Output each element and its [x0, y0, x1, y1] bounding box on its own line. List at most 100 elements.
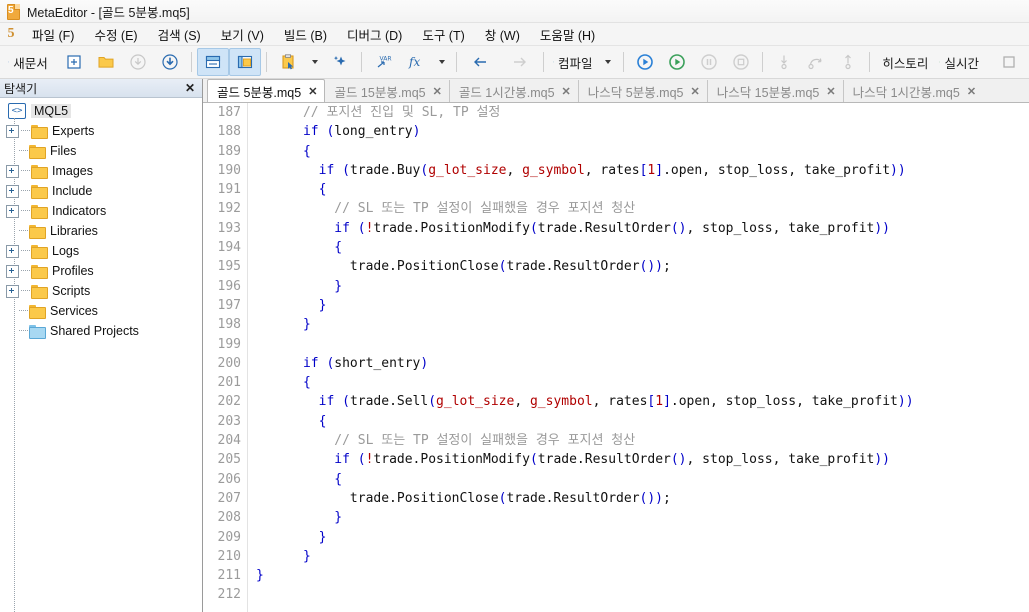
menu-logo: 5	[7, 26, 15, 41]
expand-icon[interactable]	[6, 184, 19, 198]
compile-dropdown[interactable]	[596, 48, 618, 76]
code-line[interactable]: trade.PositionClose(trade.ResultOrder())…	[256, 489, 1029, 508]
tree-item-scripts[interactable]: Scripts	[0, 281, 202, 301]
forward-button[interactable]	[500, 48, 538, 76]
functions-dropdown[interactable]	[431, 48, 451, 76]
tab-close-icon[interactable]: ✕	[562, 85, 571, 98]
code-line[interactable]: if (trade.Buy(g_lot_size, g_symbol, rate…	[256, 161, 1029, 180]
code-line[interactable]: {	[256, 142, 1029, 161]
expand-icon[interactable]	[6, 124, 19, 138]
tree-item-libraries[interactable]: Libraries	[0, 221, 202, 241]
play-button[interactable]	[661, 48, 693, 76]
menu-item-search[interactable]: 검색 (S)	[148, 23, 211, 46]
menu-item-edit[interactable]: 수정 (E)	[84, 23, 147, 46]
new-document-button[interactable]: 새문서	[4, 48, 52, 76]
code-line[interactable]: }	[256, 508, 1029, 527]
code-line[interactable]: }	[256, 277, 1029, 296]
menu-item-help[interactable]: 도움말 (H)	[530, 23, 605, 46]
step-over-button[interactable]	[800, 48, 832, 76]
tab-close-icon[interactable]: ✕	[826, 85, 835, 98]
back-button[interactable]	[462, 48, 500, 76]
expand-icon[interactable]	[6, 264, 19, 278]
code-line[interactable]	[256, 585, 1029, 604]
step-into-button[interactable]	[768, 48, 800, 76]
save-all-button[interactable]	[154, 48, 186, 76]
tab-close-icon[interactable]: ✕	[967, 85, 976, 98]
code-line[interactable]: }	[256, 566, 1029, 585]
debug-play-button[interactable]	[629, 48, 661, 76]
code-line[interactable]: {	[256, 180, 1029, 199]
title-bar: 5 MetaEditor - [골드 5분봉.mq5]	[0, 0, 1029, 23]
menu-item-build[interactable]: 빌드 (B)	[274, 23, 337, 46]
tree-root-mql5[interactable]: <> MQL5	[0, 101, 202, 121]
save-button[interactable]	[122, 48, 154, 76]
panel-toggle-button[interactable]	[993, 48, 1025, 76]
realtime-button[interactable]: 실시간	[935, 48, 983, 76]
tree-item-services[interactable]: Services	[0, 301, 202, 321]
tab-close-icon[interactable]: ✕	[308, 85, 317, 98]
tab-close-icon[interactable]: ✕	[690, 85, 699, 98]
menu-item-tools[interactable]: 도구 (T)	[412, 23, 474, 46]
step-out-button[interactable]	[832, 48, 864, 76]
tab-nasdaq-5m[interactable]: 나스닥 5분봉.mq5 ✕	[579, 80, 708, 102]
menu-item-debug[interactable]: 디버그 (D)	[337, 23, 412, 46]
tab-nasdaq-1h[interactable]: 나스닥 1시간봉.mq5 ✕	[844, 80, 983, 102]
window-title: MetaEditor - [골드 5분봉.mq5]	[27, 5, 190, 20]
code-line[interactable]: if (!trade.PositionModify(trade.ResultOr…	[256, 219, 1029, 238]
close-icon[interactable]: ✕	[182, 82, 198, 94]
tree-item-profiles[interactable]: Profiles	[0, 261, 202, 281]
pause-button[interactable]	[693, 48, 725, 76]
tree-item-indicators[interactable]: Indicators	[0, 201, 202, 221]
toggle-navigator-button[interactable]	[228, 48, 261, 76]
stop-button[interactable]	[725, 48, 757, 76]
menu-item-view[interactable]: 보기 (V)	[211, 23, 274, 46]
clipboard-button[interactable]	[272, 48, 304, 76]
menu-item-file[interactable]: 파일 (F)	[22, 23, 84, 46]
code-line[interactable]: }	[256, 296, 1029, 315]
compile-button[interactable]: 컴파일	[549, 48, 597, 76]
tree-item-experts[interactable]: Experts	[0, 121, 202, 141]
code-line[interactable]: {	[256, 238, 1029, 257]
code-line[interactable]: }	[256, 547, 1029, 566]
code-line[interactable]: // 포지션 진입 및 SL, TP 설정	[256, 103, 1029, 122]
tree-item-images[interactable]: Images	[0, 161, 202, 181]
code-line[interactable]: if (trade.Sell(g_lot_size, g_symbol, rat…	[256, 392, 1029, 411]
tab-close-icon[interactable]: ✕	[433, 85, 442, 98]
code-line[interactable]: {	[256, 470, 1029, 489]
history-button[interactable]: 히스토리	[875, 48, 931, 76]
code-content[interactable]: // 포지션 진입 및 SL, TP 설정 if (long_entry) { …	[248, 103, 1029, 612]
code-line[interactable]: {	[256, 412, 1029, 431]
functions-button[interactable]: fx	[399, 48, 431, 76]
code-line[interactable]: if (!trade.PositionModify(trade.ResultOr…	[256, 450, 1029, 469]
code-line[interactable]	[256, 335, 1029, 354]
new-file-button[interactable]	[58, 48, 90, 76]
code-editor[interactable]: 187 188 189 190 191 192 193 194 195 196 197 198 199 2…	[203, 103, 1029, 612]
tree-item-shared-projects[interactable]: Shared Projects	[0, 321, 202, 341]
code-line[interactable]: }	[256, 528, 1029, 547]
code-line[interactable]: // SL 또는 TP 설정이 실패했을 경우 포지션 청산	[256, 199, 1029, 218]
menu-item-window[interactable]: 창 (W)	[475, 23, 530, 46]
tab-gold-5m[interactable]: 골드 5분봉.mq5 ✕	[207, 79, 326, 102]
tree-item-include[interactable]: Include	[0, 181, 202, 201]
expand-icon[interactable]	[6, 244, 19, 258]
expand-icon[interactable]	[6, 164, 19, 178]
code-line[interactable]: }	[256, 315, 1029, 334]
code-line[interactable]: if (long_entry)	[256, 122, 1029, 141]
sparkle-ai-button[interactable]	[324, 48, 356, 76]
tab-nasdaq-15m[interactable]: 나스닥 15분봉.mq5 ✕	[708, 80, 844, 102]
toggle-panels-button[interactable]	[196, 48, 229, 76]
tree-item-logs[interactable]: Logs	[0, 241, 202, 261]
tab-gold-1h[interactable]: 골드 1시간봉.mq5 ✕	[450, 80, 579, 102]
expand-icon[interactable]	[6, 204, 19, 218]
variables-button[interactable]: VAR	[367, 48, 399, 76]
code-line[interactable]: // SL 또는 TP 설정이 실패했을 경우 포지션 청산	[256, 431, 1029, 450]
clipboard-dropdown[interactable]	[304, 48, 324, 76]
code-line[interactable]: trade.PositionClose(trade.ResultOrder())…	[256, 257, 1029, 276]
open-folder-button[interactable]	[90, 48, 122, 76]
tree-item-files[interactable]: Files	[0, 141, 202, 161]
tab-gold-15m[interactable]: 골드 15분봉.mq5 ✕	[325, 80, 450, 102]
expand-icon[interactable]	[6, 284, 19, 298]
code-line[interactable]: {	[256, 373, 1029, 392]
code-line[interactable]: if (short_entry)	[256, 354, 1029, 373]
